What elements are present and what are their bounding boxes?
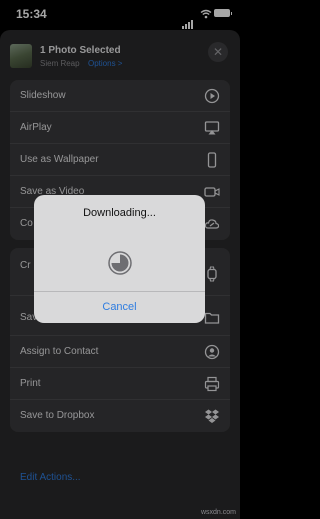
download-progress-icon [108,251,132,275]
downloading-alert: Downloading... Cancel [34,195,205,323]
cancel-button[interactable]: Cancel [34,292,205,323]
alert-title: Downloading... [83,207,156,219]
watermark: wsxdn.com [200,509,236,516]
